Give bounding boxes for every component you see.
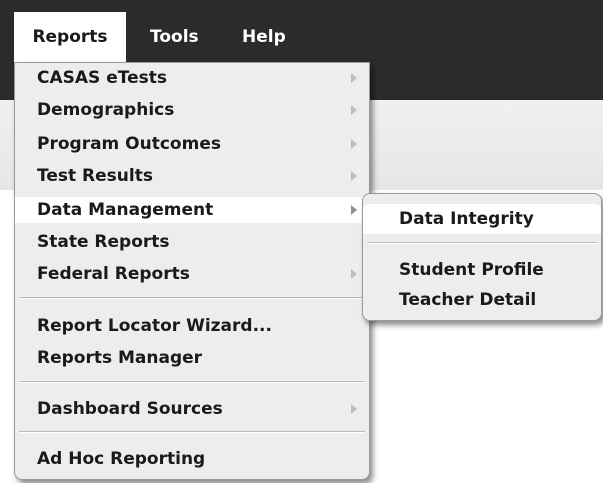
menu-item-program-outcomes[interactable]: Program Outcomes — [15, 131, 369, 157]
chevron-right-icon — [351, 139, 357, 149]
chevron-right-icon — [351, 205, 357, 215]
chevron-right-icon — [351, 404, 357, 414]
submenu-item-data-integrity[interactable]: Data Integrity — [363, 204, 601, 234]
menu-item-label: Data Management — [37, 200, 214, 220]
menu-item-demographics[interactable]: Demographics — [15, 97, 369, 123]
menu-item-data-management[interactable]: Data Management — [15, 197, 369, 223]
submenu-item-label: Teacher Detail — [399, 290, 537, 310]
reports-dropdown-menu: CASAS eTests Demographics Program Outcom… — [14, 62, 370, 480]
chevron-right-icon — [351, 105, 357, 115]
submenu-item-student-profile[interactable]: Student Profile — [363, 255, 601, 285]
submenu-item-label: Data Integrity — [399, 209, 534, 229]
menu-item-test-results[interactable]: Test Results — [15, 163, 369, 189]
menu-item-federal-reports[interactable]: Federal Reports — [15, 261, 369, 287]
menubar-help[interactable]: Help — [232, 12, 296, 62]
chevron-right-icon — [351, 73, 357, 83]
menu-item-casas-etests[interactable]: CASAS eTests — [15, 65, 369, 91]
menu-item-state-reports[interactable]: State Reports — [15, 229, 369, 255]
menu-item-label: Report Locator Wizard... — [37, 316, 272, 336]
submenu-item-teacher-detail[interactable]: Teacher Detail — [363, 285, 601, 315]
menubar-reports[interactable]: Reports — [14, 12, 126, 62]
menubar-tools[interactable]: Tools — [140, 12, 209, 62]
menu-item-label: Reports Manager — [37, 348, 203, 368]
chevron-right-icon — [351, 171, 357, 181]
menu-item-label: Test Results — [37, 166, 153, 186]
menu-item-label: Federal Reports — [37, 264, 190, 284]
menu-item-label: Demographics — [37, 100, 175, 120]
menu-item-label: CASAS eTests — [37, 68, 167, 88]
data-management-submenu: Data Integrity Student Profile Teacher D… — [362, 193, 602, 321]
menu-bar: Reports Tools Help — [0, 0, 603, 62]
menu-item-label: Program Outcomes — [37, 134, 221, 154]
menu-separator — [19, 297, 365, 299]
menu-item-label: Ad Hoc Reporting — [37, 449, 206, 469]
menu-item-report-locator-wizard[interactable]: Report Locator Wizard... — [15, 313, 369, 339]
menu-separator — [19, 431, 365, 433]
submenu-item-label: Student Profile — [399, 260, 544, 280]
menu-item-ad-hoc-reporting[interactable]: Ad Hoc Reporting — [15, 446, 369, 472]
menu-item-label: Dashboard Sources — [37, 399, 223, 419]
menu-separator — [367, 242, 597, 244]
menu-separator — [19, 381, 365, 383]
menu-item-reports-manager[interactable]: Reports Manager — [15, 345, 369, 371]
menu-item-label: State Reports — [37, 232, 170, 252]
chevron-right-icon — [351, 269, 357, 279]
menu-item-dashboard-sources[interactable]: Dashboard Sources — [15, 396, 369, 422]
